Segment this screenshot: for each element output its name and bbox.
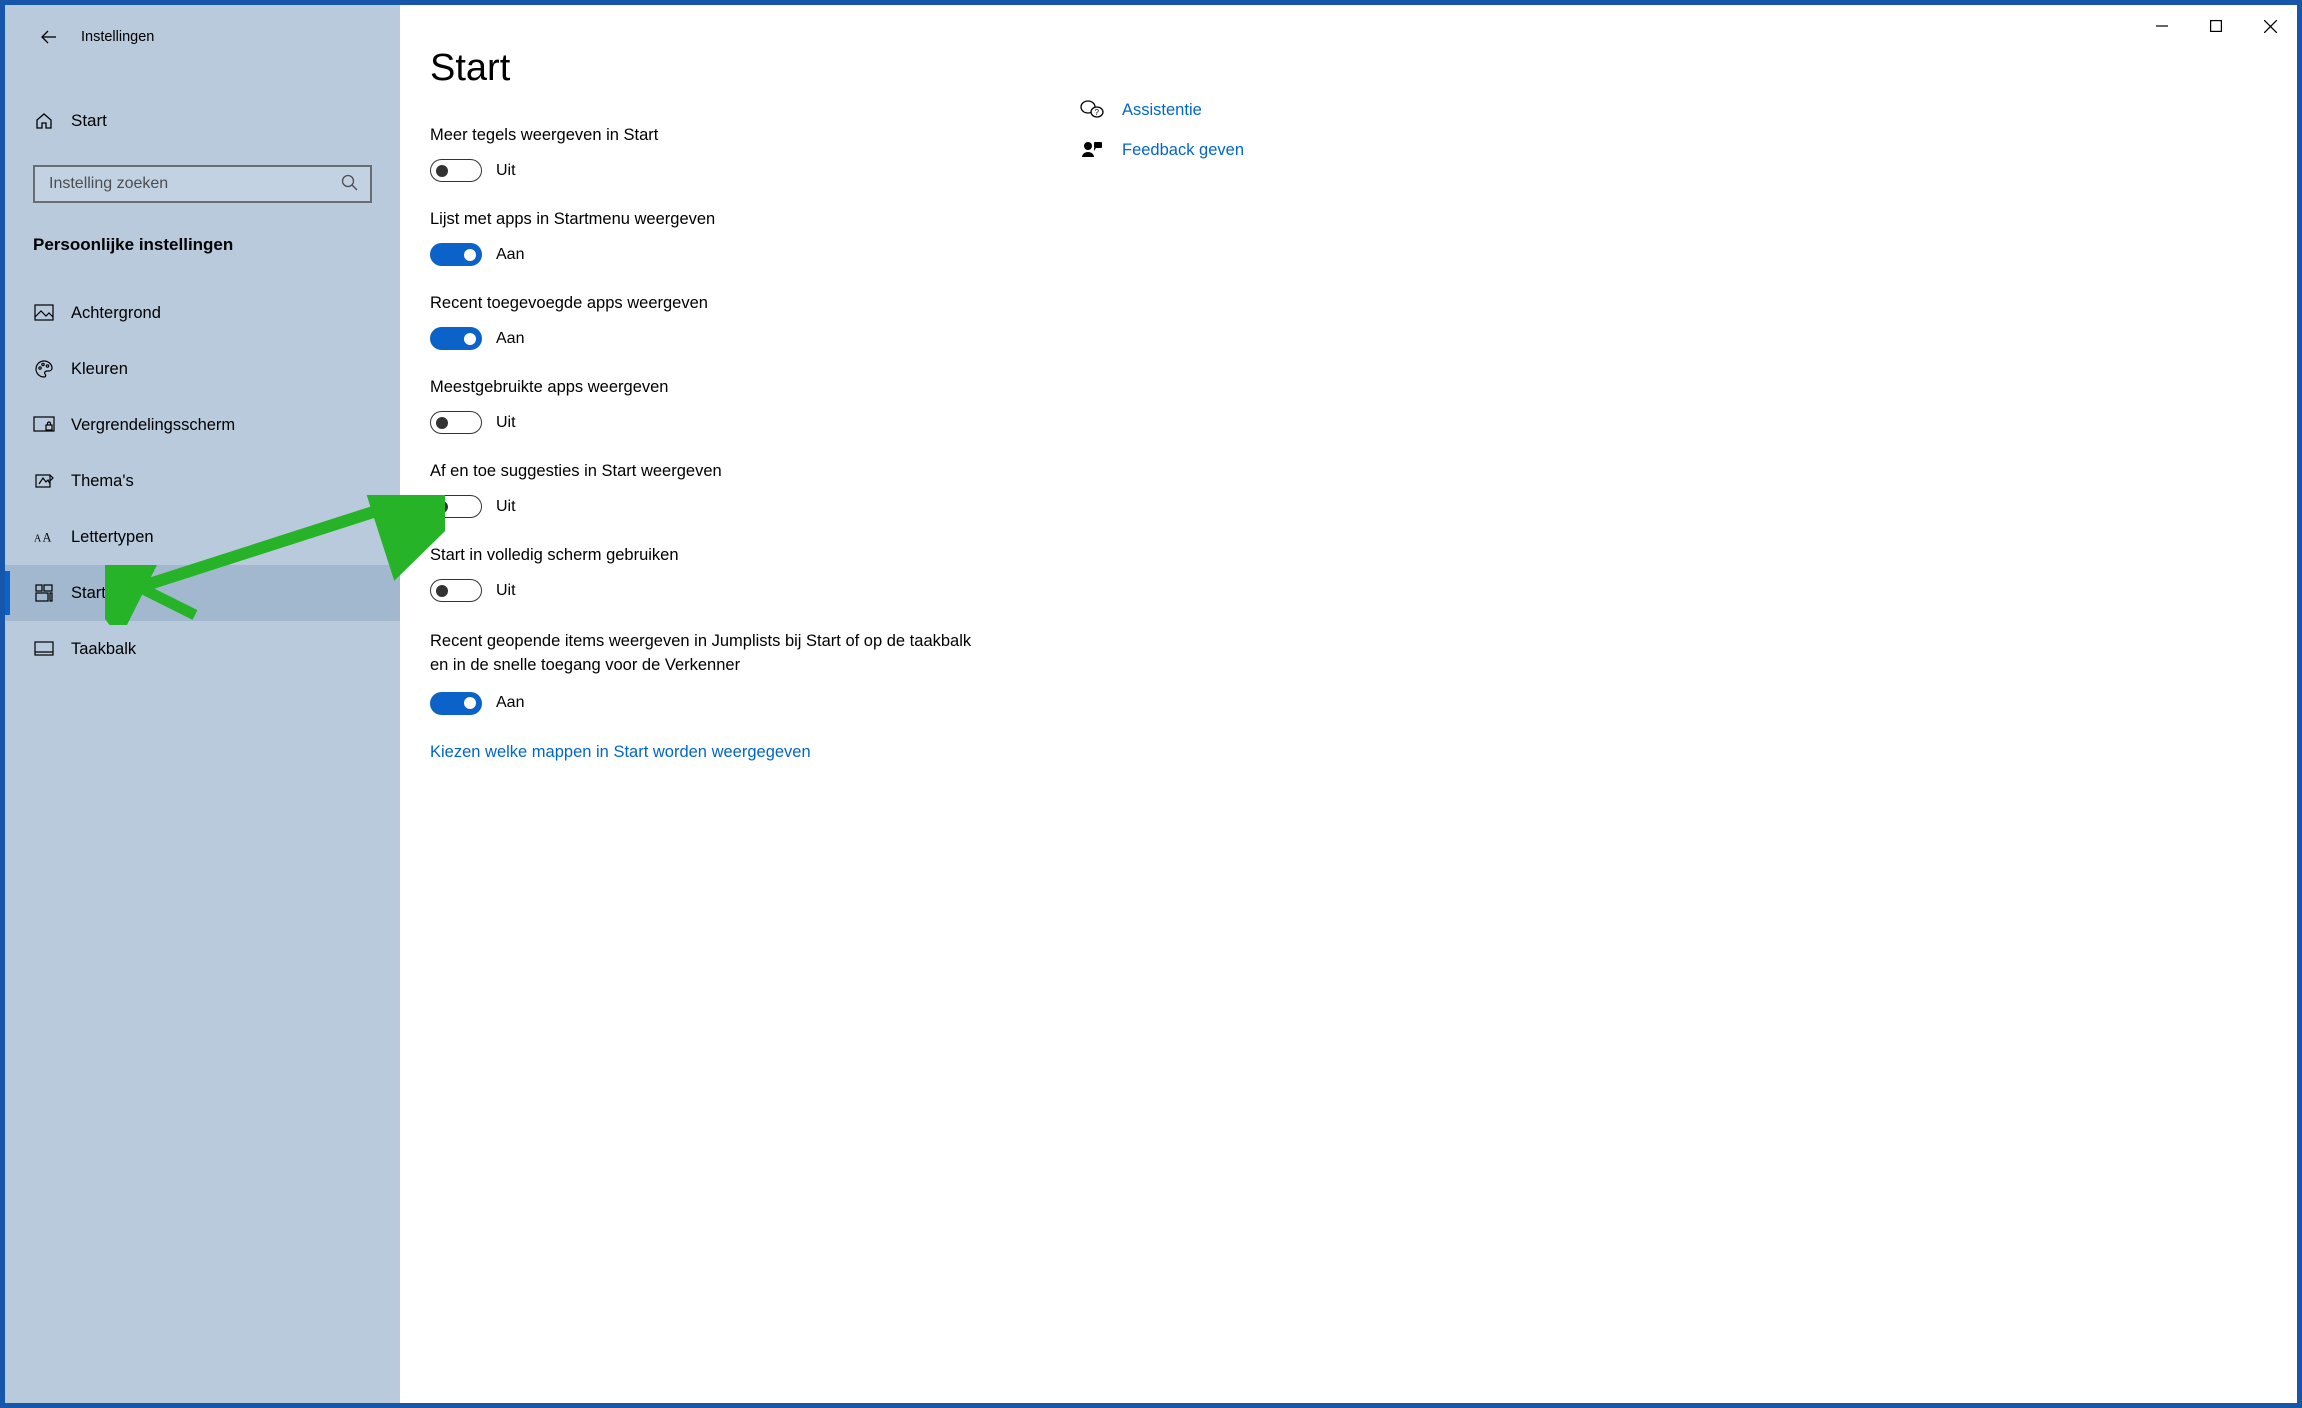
setting-more-tiles: Meer tegels weergeven in Start Uit [430,126,1070,182]
setting-recent-apps: Recent toegevoegde apps weergeven Aan [430,294,1070,350]
toggle-state: Aan [496,330,524,348]
taskbar-icon [33,641,55,657]
nav-item-label: Start [71,584,106,603]
svg-text:A: A [42,531,51,545]
picture-icon [33,304,55,322]
setting-most-used: Meestgebruikte apps weergeven Uit [430,378,1070,434]
window-chrome [2135,5,2297,47]
nav-item-taskbar[interactable]: Taakbalk [5,621,400,677]
svg-text:?: ? [1095,108,1100,117]
setting-label: Start in volledig scherm gebruiken [430,546,1070,565]
help-link[interactable]: ? Assistentie [1080,99,1244,121]
main-content: Start Meer tegels weergeven in Start Uit… [400,5,2297,1403]
toggle-state: Aan [496,694,524,712]
nav-item-label: Taakbalk [71,640,136,659]
nav-item-themes[interactable]: Thema's [5,453,400,509]
start-grid-icon [33,584,55,602]
lockscreen-icon [33,416,55,434]
back-button[interactable] [29,17,69,57]
setting-fullscreen: Start in volledig scherm gebruiken Uit [430,546,1070,602]
setting-suggestions: Af en toe suggesties in Start weergeven … [430,462,1070,518]
toggle-recent-items[interactable] [430,692,482,715]
setting-label: Recent toegevoegde apps weergeven [430,294,1070,313]
setting-label: Lijst met apps in Startmenu weergeven [430,210,1070,229]
setting-label: Recent geopende items weergeven in Jumpl… [430,630,990,678]
nav-item-label: Vergrendelingsscherm [71,416,235,435]
svg-text:A: A [34,534,42,545]
theme-icon [33,471,55,491]
page-title: Start [430,47,1070,90]
search-input-container[interactable] [33,165,372,203]
toggle-state: Aan [496,246,524,264]
toggle-state: Uit [496,162,516,180]
nav-list: Achtergrond Kleuren Vergrendelingsscherm [5,285,400,677]
setting-app-list: Lijst met apps in Startmenu weergeven Aa… [430,210,1070,266]
feedback-icon [1080,139,1104,161]
help-icon: ? [1080,99,1104,121]
toggle-more-tiles[interactable] [430,159,482,182]
close-button[interactable] [2243,5,2297,47]
nav-item-colors[interactable]: Kleuren [5,341,400,397]
setting-label: Af en toe suggesties in Start weergeven [430,462,1070,481]
setting-recent-items: Recent geopende items weergeven in Jumpl… [430,630,1070,715]
minimize-button[interactable] [2135,5,2189,47]
toggle-recent-apps[interactable] [430,327,482,350]
setting-label: Meestgebruikte apps weergeven [430,378,1070,397]
toggle-app-list[interactable] [430,243,482,266]
home-button[interactable]: Start [5,99,400,143]
feedback-link[interactable]: Feedback geven [1080,139,1244,161]
nav-item-background[interactable]: Achtergrond [5,285,400,341]
search-icon [341,174,358,195]
feedback-link-label: Feedback geven [1122,141,1244,160]
nav-item-fonts[interactable]: AA Lettertypen [5,509,400,565]
help-link-label: Assistentie [1122,101,1202,120]
nav-item-label: Lettertypen [71,528,154,547]
palette-icon [33,359,55,379]
side-help-links: ? Assistentie Feedback geven [1080,47,1244,1373]
choose-folders-link[interactable]: Kiezen welke mappen in Start worden weer… [430,743,1070,762]
toggle-suggestions[interactable] [430,495,482,518]
font-icon: AA [33,528,55,546]
home-label: Start [71,111,107,131]
nav-item-label: Thema's [71,472,134,491]
toggle-fullscreen[interactable] [430,579,482,602]
maximize-button[interactable] [2189,5,2243,47]
search-input[interactable] [47,174,341,194]
toggle-state: Uit [496,498,516,516]
home-icon [33,111,55,131]
toggle-state: Uit [496,414,516,432]
nav-item-start[interactable]: Start [5,565,400,621]
category-title: Persoonlijke instellingen [33,235,400,255]
sidebar: Instellingen Start Persoonlijke i [5,5,400,1403]
app-title: Instellingen [81,29,154,45]
setting-label: Meer tegels weergeven in Start [430,126,1070,145]
nav-item-lockscreen[interactable]: Vergrendelingsscherm [5,397,400,453]
toggle-most-used[interactable] [430,411,482,434]
nav-item-label: Kleuren [71,360,128,379]
nav-item-label: Achtergrond [71,304,161,323]
toggle-state: Uit [496,582,516,600]
